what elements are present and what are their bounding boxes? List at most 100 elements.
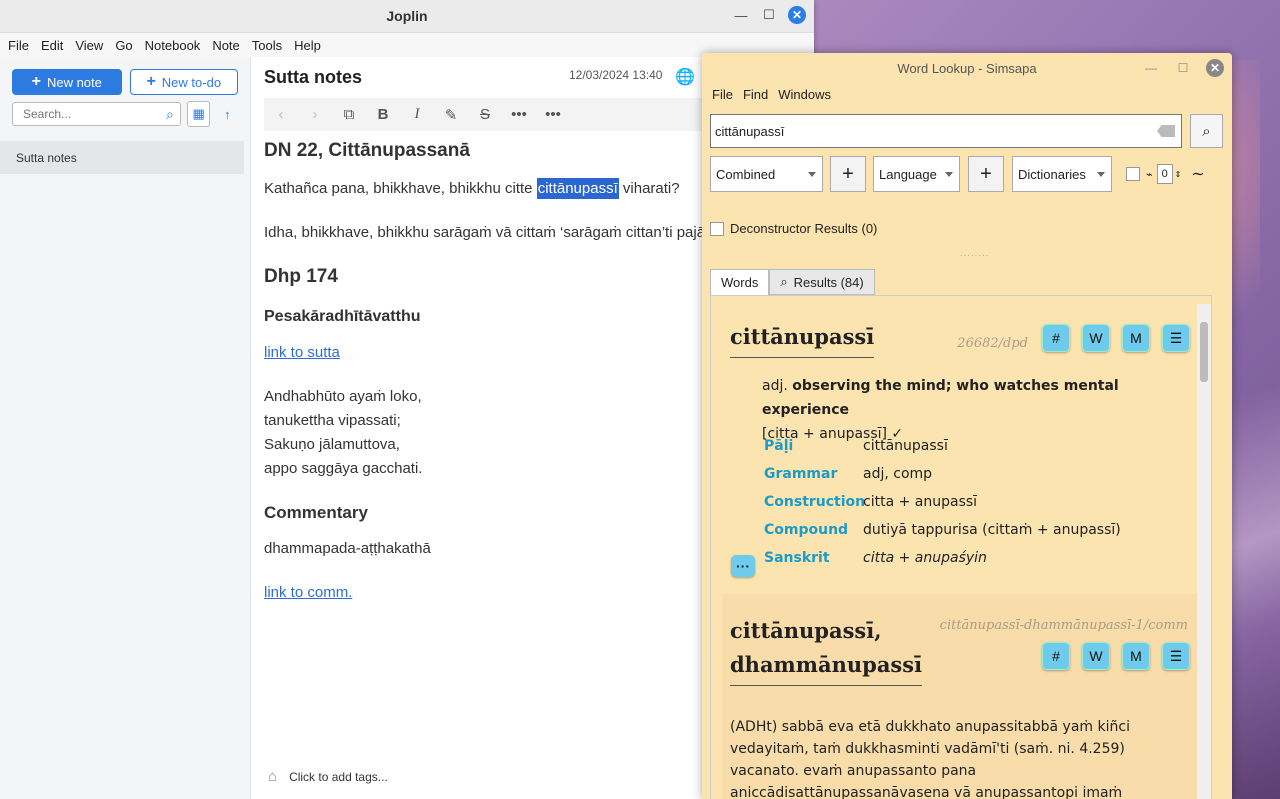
option-checkbox[interactable] <box>1126 167 1140 181</box>
new-note-button[interactable]: + New note <box>12 69 122 95</box>
verse-line: Sakuṇo jālamuttova, <box>264 436 400 453</box>
clear-icon[interactable] <box>1157 125 1175 137</box>
globe-icon[interactable]: 🌐 <box>675 67 695 87</box>
verse-block: Andhabhūto ayaṁ loko, tanukettha vipassa… <box>264 385 704 481</box>
count-spinbox[interactable]: 0 <box>1156 164 1173 184</box>
menu-file[interactable]: File <box>708 87 737 102</box>
selected-text: cittānupassī <box>536 178 619 199</box>
calendar-sort-button[interactable]: ▦ <box>186 101 211 127</box>
menu-note[interactable]: Note <box>206 38 245 53</box>
fuzzy-icon[interactable]: ∼ <box>1191 164 1204 184</box>
word-button[interactable]: W <box>1082 324 1110 352</box>
new-todo-button[interactable]: + New to-do <box>129 69 238 95</box>
more-icon[interactable]: ··· <box>731 555 755 577</box>
add-mode-button[interactable]: + <box>830 156 866 192</box>
language-value: Language <box>879 166 937 182</box>
entry-actions: # W M ☰ <box>1042 324 1190 352</box>
lookup-search-input[interactable]: cittānupassī <box>710 114 1182 148</box>
table-row: Construction citta + anupassī <box>764 494 978 510</box>
copy-uid-button[interactable]: # <box>1042 642 1070 670</box>
word-button[interactable]: W <box>1082 642 1110 670</box>
link-to-sutta[interactable]: link to sutta <box>264 344 340 361</box>
tab-results[interactable]: ⌕ Results (84) <box>769 269 875 295</box>
maximize-icon[interactable]: ☐ <box>760 6 778 24</box>
table-row: Grammar adj, comp <box>764 466 933 482</box>
table-icon[interactable]: ☰ <box>1162 642 1190 670</box>
strikethrough-icon[interactable]: S <box>468 106 502 123</box>
chevron-down-icon <box>1097 171 1105 177</box>
minimize-icon[interactable]: — <box>732 6 750 24</box>
scrollbar[interactable] <box>1197 304 1211 799</box>
search-icon[interactable]: ⌕ <box>166 106 174 123</box>
joplin-titlebar: Joplin — ☐ ✕ <box>0 0 814 33</box>
close-icon[interactable]: ✕ <box>788 6 806 24</box>
back-icon[interactable]: ‹ <box>264 106 298 123</box>
splitter-handle[interactable]: ········ <box>960 251 989 260</box>
entry-uid: 26682/dpd <box>957 336 1028 351</box>
entry-headword: cittānupassī, dhammānupassī <box>730 614 923 686</box>
paragraph: Idha, bhikkhave, bhikkhu sarāgaṁ vā citt… <box>264 224 706 241</box>
words-panel: cittānupassī 26682/dpd # W M ☰ adj. obse… <box>710 295 1212 799</box>
grammar-table: Pāḷi cittānupassī Grammar adj, comp Constr… <box>764 432 1121 572</box>
heading-commentary: Commentary <box>264 503 368 522</box>
minimize-icon[interactable]: — <box>1142 59 1160 77</box>
add-language-button[interactable]: + <box>968 156 1004 192</box>
simsapa-titlebar: Word Lookup - Simsapa — ☐ ✕ <box>702 53 1232 83</box>
heading-sutta: DN 22, Cittānupassanā <box>264 140 470 161</box>
table-row: Pāḷi cittānupassī <box>764 438 948 454</box>
search-button[interactable]: ⌕ <box>1190 114 1223 148</box>
sort-order-button[interactable]: ↑ <box>216 102 238 126</box>
close-icon[interactable]: ✕ <box>1206 59 1224 77</box>
menu-file[interactable]: File <box>2 38 35 53</box>
memo-button[interactable]: M <box>1122 642 1150 670</box>
tab-words[interactable]: Words <box>710 269 770 295</box>
tag-bar[interactable]: ⌂ Click to add tags... <box>268 768 388 785</box>
plus-icon: + <box>146 73 156 90</box>
deconstructor-checkbox[interactable] <box>710 221 724 236</box>
window-title: Word Lookup - Simsapa <box>897 60 1037 76</box>
more-options-icon[interactable]: ••• <box>536 106 570 123</box>
menu-find[interactable]: Find <box>739 87 772 102</box>
link-to-comm[interactable]: link to comm. <box>264 584 352 601</box>
memo-button[interactable]: M <box>1122 324 1150 352</box>
new-note-label: New note <box>46 74 102 90</box>
menu-edit[interactable]: Edit <box>35 38 69 53</box>
search-field[interactable]: ⌕ <box>12 102 181 126</box>
italic-icon[interactable]: I <box>400 106 434 123</box>
deconstructor-toggle[interactable]: Deconstructor Results (0) <box>710 221 877 236</box>
dictionaries-select[interactable]: Dictionaries <box>1012 156 1112 192</box>
note-date: 12/03/2024 13:40 <box>569 68 663 82</box>
entry-headword: cittānupassī <box>730 320 875 358</box>
menu-go[interactable]: Go <box>109 38 138 53</box>
external-edit-icon[interactable]: ⧉ <box>332 106 366 123</box>
search-input[interactable] <box>21 106 155 122</box>
menu-notebook[interactable]: Notebook <box>139 38 207 53</box>
mode-value: Combined <box>716 166 776 182</box>
note-list-panel: + New note + New to-do ⌕ ▦ ↑ Sutta notes <box>0 57 251 799</box>
menu-tools[interactable]: Tools <box>246 38 288 53</box>
dictionary-entry: cittānupassī 26682/dpd # W M ☰ adj. obse… <box>722 296 1198 586</box>
forward-icon[interactable]: › <box>298 106 332 123</box>
note-body[interactable]: DN 22, Cittānupassanā Kathañca pana, bhi… <box>264 139 706 625</box>
copy-uid-button[interactable]: # <box>1042 324 1070 352</box>
menu-view[interactable]: View <box>69 38 109 53</box>
menu-windows[interactable]: Windows <box>774 87 835 102</box>
note-title[interactable]: Sutta notes <box>264 67 362 88</box>
mode-select[interactable]: Combined <box>710 156 823 192</box>
scrollbar-thumb[interactable] <box>1200 322 1208 382</box>
entry-actions: # W M ☰ <box>1042 642 1190 670</box>
list-item[interactable]: Sutta notes <box>0 141 244 174</box>
joplin-menubar: File Edit View Go Notebook Note Tools He… <box>0 33 814 58</box>
table-row: Sanskrit citta + anupaśyin <box>764 550 987 566</box>
highlight-icon[interactable]: ✎ <box>434 106 468 124</box>
language-select[interactable]: Language <box>873 156 960 192</box>
table-icon[interactable]: ☰ <box>1162 324 1190 352</box>
menu-help[interactable]: Help <box>288 38 327 53</box>
chevron-down-icon <box>808 171 816 177</box>
more-formatting-icon[interactable]: ••• <box>502 106 536 123</box>
maximize-icon[interactable]: ☐ <box>1174 59 1192 77</box>
window-title: Joplin <box>386 8 428 24</box>
spin-arrows-icon[interactable]: ⇕ <box>1175 170 1182 179</box>
bold-icon[interactable]: B <box>366 106 400 123</box>
tag-icon: ⌂ <box>268 768 278 785</box>
